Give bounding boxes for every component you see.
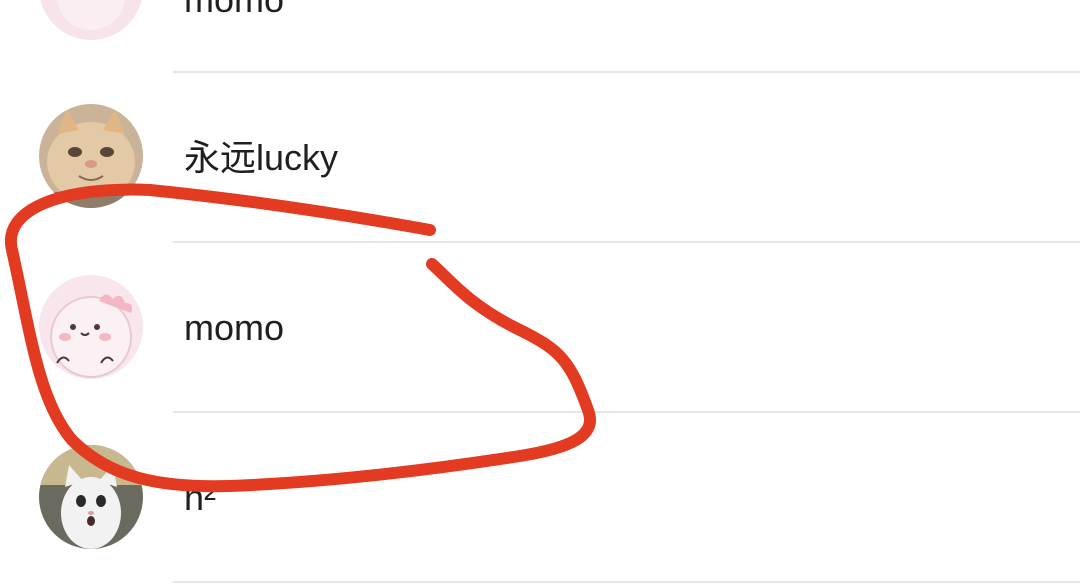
contact-avatar[interactable] [39,445,143,549]
white-cat-avatar-icon [39,445,143,549]
contact-avatar[interactable] [39,0,143,40]
pink-mascot-avatar-icon [39,275,143,379]
contact-avatar[interactable] [39,275,143,379]
contact-list: momo 永远lucky [0,0,1080,587]
divider [173,581,1080,583]
contact-name: 永远lucky [184,137,339,178]
contact-row[interactable]: momo [0,242,1080,412]
orange-cat-avatar-icon [39,104,143,208]
contact-avatar[interactable] [39,104,143,208]
contact-row[interactable]: n² [0,412,1080,582]
contact-row[interactable]: momo [0,0,1080,70]
pink-mascot-avatar-icon [39,0,143,40]
contact-name: n² [184,477,217,518]
contact-name: momo [184,307,285,348]
contact-name: momo [184,0,284,20]
contact-row[interactable]: 永远lucky [0,72,1080,242]
